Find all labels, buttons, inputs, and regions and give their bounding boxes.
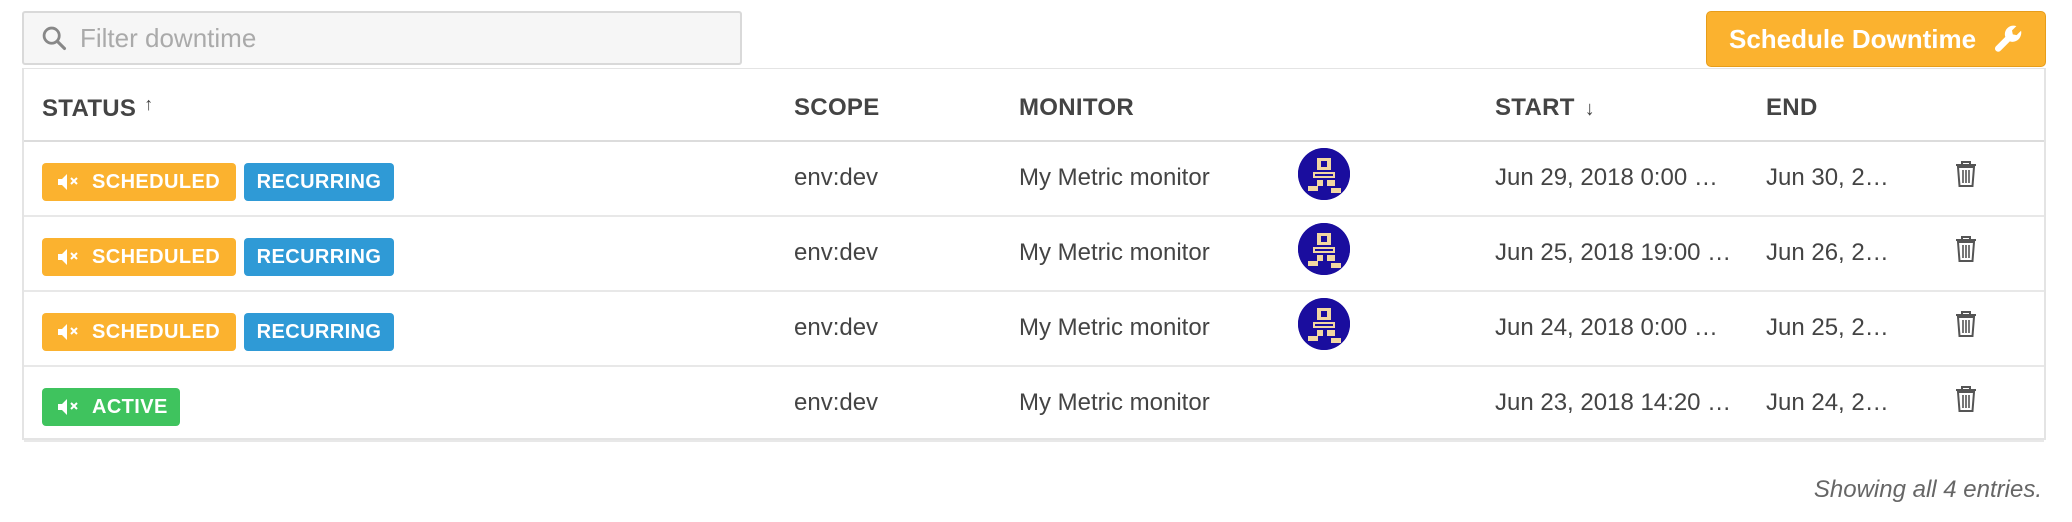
filter-downtime-search[interactable] bbox=[22, 11, 742, 65]
trash-icon[interactable] bbox=[1954, 310, 1978, 338]
end-cell: Jun 30, 2… bbox=[1766, 164, 1889, 191]
user-avatar bbox=[1298, 223, 1350, 275]
status-badge-active: ACTIVE bbox=[42, 388, 180, 426]
user-avatar bbox=[1298, 148, 1350, 200]
scope-cell: env:dev bbox=[794, 239, 879, 266]
sort-ascending-icon: ↑ bbox=[144, 94, 154, 114]
column-header-start[interactable]: START ↓ bbox=[1495, 94, 1595, 122]
downtime-table: STATUS ↑ SCOPE MONITOR START ↓ END SCHEDUL… bbox=[22, 68, 2046, 442]
status-label: SCHEDULED bbox=[92, 245, 221, 268]
start-cell: Jun 23, 2018 14:20 … bbox=[1495, 389, 1732, 416]
end-header-label: END bbox=[1766, 94, 1818, 121]
column-header-status[interactable]: STATUS ↑ bbox=[42, 94, 154, 123]
start-cell: Jun 25, 2018 19:00 … bbox=[1495, 239, 1732, 266]
scope-cell: env:dev bbox=[794, 389, 879, 416]
column-header-monitor[interactable]: MONITOR bbox=[1019, 94, 1134, 122]
status-badge-scheduled: SCHEDULED bbox=[42, 238, 236, 276]
search-icon bbox=[42, 26, 67, 51]
status-label: ACTIVE bbox=[92, 395, 168, 418]
status-label: SCHEDULED bbox=[92, 320, 221, 343]
status-badge-scheduled: SCHEDULED bbox=[42, 313, 236, 351]
scope-cell: env:dev bbox=[794, 164, 879, 191]
status-label: SCHEDULED bbox=[92, 170, 221, 193]
scope-cell: env:dev bbox=[794, 314, 879, 341]
column-header-end[interactable]: END bbox=[1766, 94, 1818, 122]
user-avatar bbox=[1298, 298, 1350, 350]
schedule-downtime-button[interactable]: Schedule Downtime bbox=[1706, 11, 2046, 67]
mute-icon bbox=[58, 324, 78, 340]
end-cell: Jun 25, 2… bbox=[1766, 314, 1889, 341]
monitor-header-label: MONITOR bbox=[1019, 94, 1134, 121]
trash-icon[interactable] bbox=[1954, 160, 1978, 188]
mute-icon bbox=[58, 399, 78, 415]
start-cell: Jun 29, 2018 0:00 … bbox=[1495, 164, 1718, 191]
monitor-cell[interactable]: My Metric monitor bbox=[1019, 239, 1210, 267]
start-header-label: START bbox=[1495, 94, 1575, 121]
sort-descending-icon: ↓ bbox=[1584, 98, 1596, 120]
monitor-cell[interactable]: My Metric monitor bbox=[1019, 389, 1210, 417]
monitor-cell[interactable]: My Metric monitor bbox=[1019, 164, 1210, 192]
table-row[interactable]: SCHEDULED RECURRING env:dev My Metric mo… bbox=[24, 217, 2044, 292]
table-row[interactable]: SCHEDULED RECURRING env:dev My Metric mo… bbox=[24, 292, 2044, 367]
monitor-cell[interactable]: My Metric monitor bbox=[1019, 314, 1210, 342]
mute-icon bbox=[58, 249, 78, 265]
mute-icon bbox=[58, 174, 78, 190]
start-cell: Jun 24, 2018 0:00 … bbox=[1495, 314, 1718, 341]
schedule-downtime-label: Schedule Downtime bbox=[1729, 23, 1977, 54]
column-header-scope[interactable]: SCOPE bbox=[794, 94, 880, 122]
end-cell: Jun 24, 2… bbox=[1766, 389, 1889, 416]
end-cell: Jun 26, 2… bbox=[1766, 239, 1889, 266]
table-row[interactable]: SCHEDULED RECURRING env:dev My Metric mo… bbox=[24, 142, 2044, 217]
trash-icon[interactable] bbox=[1954, 235, 1978, 263]
scope-header-label: SCOPE bbox=[794, 94, 880, 121]
recurring-badge: RECURRING bbox=[244, 238, 394, 276]
trash-icon[interactable] bbox=[1954, 385, 1978, 413]
table-header: STATUS ↑ SCOPE MONITOR START ↓ END bbox=[24, 69, 2044, 142]
entries-count: Showing all 4 entries. bbox=[1813, 476, 2042, 503]
search-input[interactable] bbox=[78, 21, 722, 55]
recurring-badge: RECURRING bbox=[244, 313, 394, 351]
wrench-icon bbox=[1995, 25, 2022, 52]
status-badge-scheduled: SCHEDULED bbox=[42, 163, 236, 201]
status-header-label: STATUS bbox=[42, 95, 137, 122]
recurring-badge: RECURRING bbox=[244, 163, 394, 201]
table-row[interactable]: ACTIVE env:dev My Metric monitor Jun 23,… bbox=[24, 367, 2044, 442]
